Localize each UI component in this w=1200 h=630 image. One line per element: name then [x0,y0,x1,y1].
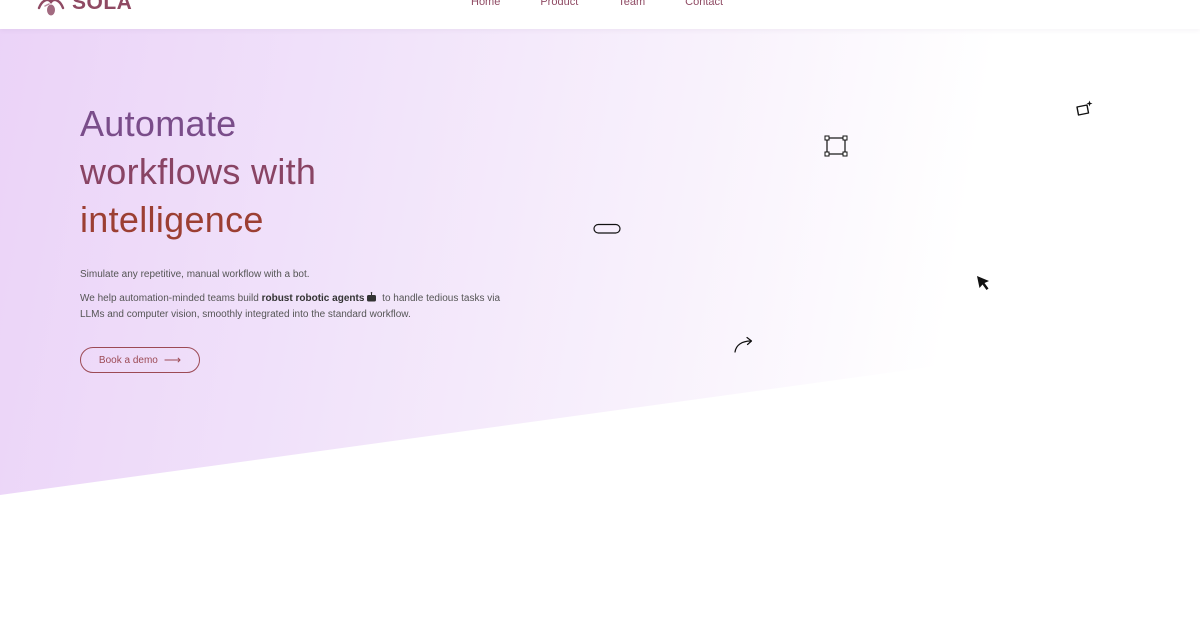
headline-line: workflows with [80,151,317,192]
pill-shape-icon [593,223,621,234]
cursor-pointer-icon [977,276,989,290]
nav-link-home[interactable]: Home [471,0,500,10]
nav-link-team[interactable]: Team [618,0,645,10]
book-demo-button[interactable]: Book a demo ⟶ [80,347,200,373]
hero-headline: Automate workflows with intelligence [80,100,500,244]
description-prefix: We help automation-minded teams build [80,293,262,304]
curved-arrow-icon [734,336,753,353]
brand[interactable]: SOLA [36,0,132,18]
frame-corners-icon [824,135,848,157]
description-emphasis: robust robotic agents [261,293,365,304]
top-navbar: SOLA Home Product Team Contact [0,0,1200,29]
book-demo-label: Book a demo [98,354,158,366]
brand-name: SOLA [72,0,133,14]
hero-subtitle: Simulate any repetitive, manual workflow… [80,269,310,280]
headline-line: intelligence [80,199,264,240]
sola-logo-icon [37,0,65,16]
headline-line: Automate [80,103,237,144]
nav-link-product[interactable]: Product [540,0,578,10]
hero-description: We help automation-minded teams build ro… [80,291,520,323]
robot-icon [367,292,377,302]
landing-page: SOLA Home Product Team Contact Automate … [0,0,1200,630]
hero-background [0,0,1200,495]
arrow-right-icon: ⟶ [163,353,182,367]
main-nav: Home Product Team Contact [471,0,723,10]
nav-link-contact[interactable]: Contact [685,0,723,10]
sparkle-frame-icon [1076,100,1093,116]
